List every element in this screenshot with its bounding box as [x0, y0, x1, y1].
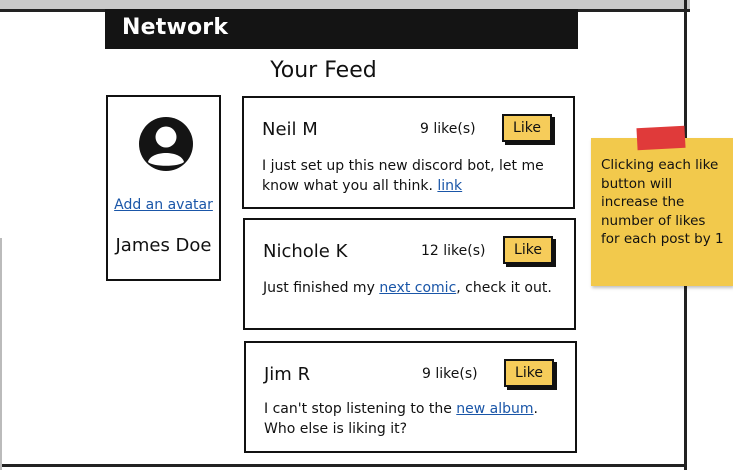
post-card: Neil M 9 like(s) Like I just set up this…	[242, 96, 575, 209]
sticky-note-text: Clicking each like button will increase …	[601, 157, 724, 247]
post-text: I can't stop listening to the new album.…	[264, 399, 564, 439]
page-title: Your Feed	[270, 58, 377, 83]
post-text: I just set up this new discord bot, let …	[262, 156, 562, 196]
user-name: James Doe	[115, 235, 212, 256]
post-author: Neil M	[262, 119, 318, 140]
sticky-note: Clicking each like button will increase …	[591, 138, 733, 286]
like-button[interactable]: Like	[503, 236, 553, 264]
profile-card: Add an avatar James Doe	[106, 95, 221, 281]
app-title: Network	[122, 15, 229, 40]
post-card: Nichole K 12 like(s) Like Just finished …	[243, 218, 576, 330]
post-link[interactable]: link	[437, 178, 462, 194]
like-button[interactable]: Like	[504, 359, 554, 387]
post-link[interactable]: next comic	[379, 280, 456, 296]
post-card: Jim R 9 like(s) Like I can't stop listen…	[244, 341, 577, 453]
sticky-tape	[636, 125, 686, 151]
post-text-content: I can't stop listening to the	[264, 401, 457, 417]
post-author: Nichole K	[263, 241, 348, 262]
window-left-border	[0, 238, 2, 470]
post-text-tail: , check it out.	[456, 280, 552, 296]
post-text-content: I just set up this new discord bot, let …	[262, 158, 544, 194]
app-header: Network	[105, 9, 578, 49]
post-link[interactable]: new album	[456, 401, 533, 417]
like-count: 9 like(s)	[422, 366, 478, 382]
post-text: Just finished my next comic, check it ou…	[263, 278, 563, 298]
add-avatar-link[interactable]: Add an avatar	[108, 197, 219, 213]
like-button[interactable]: Like	[502, 114, 552, 142]
like-count: 12 like(s)	[421, 243, 486, 259]
user-circle-icon	[139, 117, 193, 171]
post-text-content: Just finished my	[263, 280, 380, 296]
like-count: 9 like(s)	[420, 121, 476, 137]
post-author: Jim R	[264, 364, 311, 385]
window-bottom-border	[0, 464, 687, 467]
